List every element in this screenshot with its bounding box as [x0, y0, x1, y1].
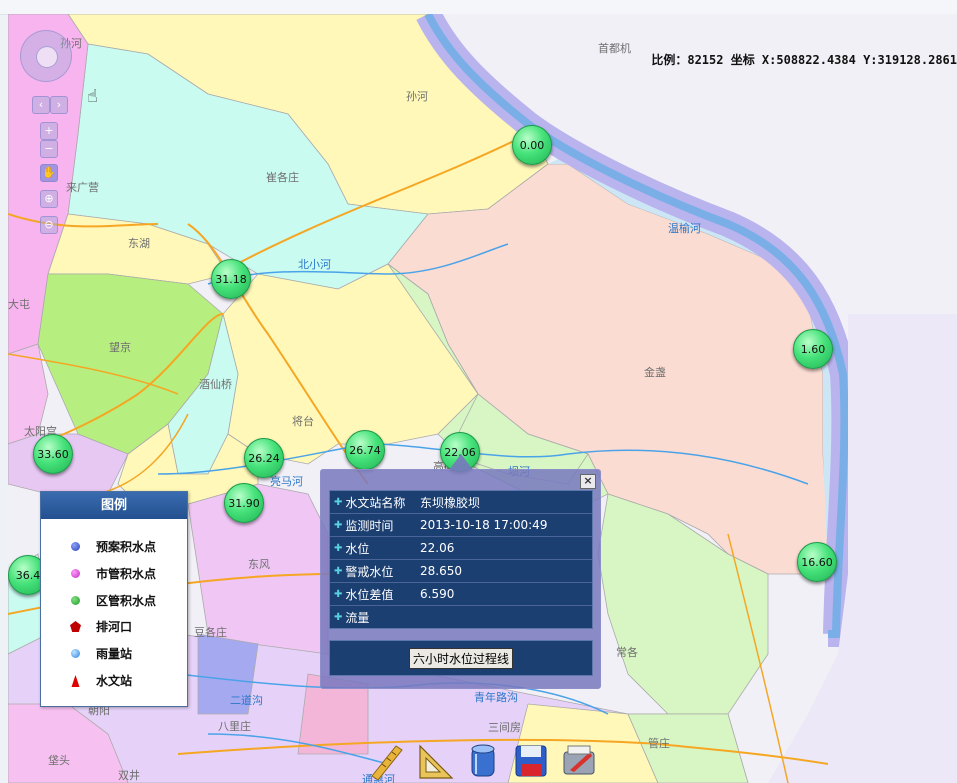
- info-row: ✚ 水文站名称 东坝橡胶坝: [330, 491, 592, 514]
- six-hour-water-level-button[interactable]: 六小时水位过程线: [408, 647, 513, 669]
- top-bar: [0, 0, 957, 15]
- district-label: 来广营: [66, 180, 99, 194]
- bullet-icon: ✚: [334, 519, 343, 531]
- blue-dot-icon: [70, 542, 80, 551]
- zoom-box-out-icon[interactable]: ⊖: [40, 216, 58, 234]
- district-label: 望京: [109, 340, 131, 354]
- district-label: 将台: [292, 414, 314, 428]
- legend-item-label: 区管积水点: [96, 594, 157, 608]
- water-level-marker[interactable]: 26.74: [345, 430, 385, 470]
- popup-pointer: [449, 454, 473, 470]
- district-label: 孙河: [406, 90, 428, 103]
- pan-tool-icon[interactable]: ✋: [40, 164, 58, 182]
- river-label: 青年路沟: [474, 690, 518, 704]
- info-key: 水位差值: [345, 587, 394, 602]
- district-label: 三间房: [488, 721, 521, 734]
- light-blue-dot-icon: [70, 649, 80, 658]
- hand-cursor-icon: ☝: [87, 86, 98, 107]
- water-level-marker[interactable]: 1.60: [793, 329, 833, 369]
- info-key: 警戒水位: [345, 564, 394, 579]
- save-icon[interactable]: [512, 742, 550, 780]
- info-row: ✚ 水位 22.06: [330, 537, 592, 560]
- info-row: ✚ 流量: [330, 606, 592, 628]
- pan-left-button[interactable]: ‹: [32, 96, 50, 114]
- info-row: ✚ 监测时间 2013-10-18 17:00:49: [330, 514, 592, 537]
- station-info-table: ✚ 水文站名称 东坝橡胶坝 ✚ 监测时间 2013-10-18 17:00:49 ✚ 水位…: [329, 490, 593, 629]
- district-label: 常各: [616, 645, 638, 659]
- legend-item-label: 预案积水点: [96, 540, 157, 554]
- pan-compass[interactable]: [20, 30, 72, 82]
- district-label: 豆各庄: [194, 625, 227, 639]
- district-label: 双井: [118, 768, 140, 782]
- legend-item-label: 排河口: [96, 620, 133, 634]
- river-label: 二道沟: [230, 693, 263, 707]
- zoom-in-button[interactable]: +: [40, 122, 58, 140]
- legend-item: 区管积水点: [69, 592, 156, 609]
- info-value: 22.06: [420, 541, 455, 555]
- pentagon-icon: [69, 621, 81, 632]
- district-label: 首都机: [598, 41, 631, 55]
- bullet-icon: ✚: [334, 588, 343, 600]
- station-info-popup: × ✚ 水文站名称 东坝橡胶坝 ✚ 监测时间 2013-10-18 17:00:49 ✚…: [320, 454, 601, 689]
- legend-item-label: 市管积水点: [96, 567, 157, 581]
- district-label: 东风: [248, 558, 270, 571]
- water-level-marker[interactable]: 31.90: [224, 483, 264, 523]
- district-label: 垡头: [48, 753, 70, 767]
- zoom-out-button[interactable]: −: [40, 140, 58, 158]
- water-level-marker[interactable]: 16.60: [797, 542, 837, 582]
- river-label: 亮马河: [270, 474, 303, 488]
- district-label: 管庄: [648, 736, 670, 750]
- legend-item: 预案积水点: [69, 538, 156, 555]
- bullet-icon: ✚: [334, 565, 343, 577]
- compass-center-icon[interactable]: [36, 46, 58, 68]
- water-level-marker[interactable]: 26.24: [244, 438, 284, 478]
- district-label: 八里庄: [218, 719, 251, 733]
- info-row: ✚ 水位差值 6.590: [330, 583, 592, 606]
- info-key: 水文站名称: [345, 495, 406, 510]
- info-key: 监测时间: [345, 518, 394, 533]
- water-level-marker[interactable]: 33.60: [33, 434, 73, 474]
- district-label: 金盏: [644, 365, 666, 379]
- district-label: 大屯: [8, 297, 30, 311]
- legend-title: 图例: [41, 492, 187, 519]
- district-label: 东湖: [128, 237, 150, 250]
- district-label: 酒仙桥: [199, 378, 232, 391]
- water-level-marker[interactable]: 31.18: [211, 259, 251, 299]
- info-value: 6.590: [420, 587, 455, 601]
- river-label: 北小河: [298, 258, 331, 271]
- bullet-icon: ✚: [334, 496, 343, 508]
- info-key: 流量: [345, 610, 370, 625]
- river-label: 温榆河: [668, 221, 701, 235]
- info-value: 东坝橡胶坝: [420, 495, 481, 510]
- legend-item-label: 雨量站: [96, 647, 133, 661]
- zoom-box-in-icon[interactable]: ⊕: [40, 190, 58, 208]
- bullet-icon: ✚: [334, 542, 343, 554]
- map-toolbar: [368, 742, 598, 780]
- legend-item: 水文站: [69, 672, 132, 689]
- info-value: 2013-10-18 17:00:49: [420, 518, 548, 532]
- legend-item-label: 水文站: [96, 674, 133, 688]
- magenta-dot-icon: [70, 569, 80, 578]
- map-legend: 图例 预案积水点 市管积水点 区管积水点 排河口 雨量站 水文站: [40, 491, 188, 707]
- bullet-icon: ✚: [334, 611, 343, 623]
- green-dot-icon: [70, 596, 80, 605]
- water-level-marker[interactable]: 0.00: [512, 125, 552, 165]
- ruler-icon[interactable]: [368, 742, 406, 780]
- info-key: 水位: [345, 541, 370, 556]
- legend-item: 雨量站: [69, 645, 132, 662]
- info-row: ✚ 警戒水位 28.650: [330, 560, 592, 583]
- info-value: 28.650: [420, 564, 462, 578]
- popup-footer: 六小时水位过程线: [329, 640, 593, 676]
- layers-icon[interactable]: [464, 742, 502, 780]
- legend-item: 排河口: [69, 618, 132, 635]
- print-icon[interactable]: [560, 742, 598, 780]
- close-icon[interactable]: ×: [580, 474, 596, 489]
- legend-item: 市管积水点: [69, 565, 156, 582]
- pan-right-button[interactable]: ›: [50, 96, 68, 114]
- district-label: 崔各庄: [266, 170, 299, 184]
- scale-coordinate-readout: 比例：82152 坐标 X:508822.4384 Y:319128.2861: [651, 53, 957, 67]
- triangle-ruler-icon[interactable]: [416, 742, 454, 780]
- red-triangle-icon: [71, 674, 79, 687]
